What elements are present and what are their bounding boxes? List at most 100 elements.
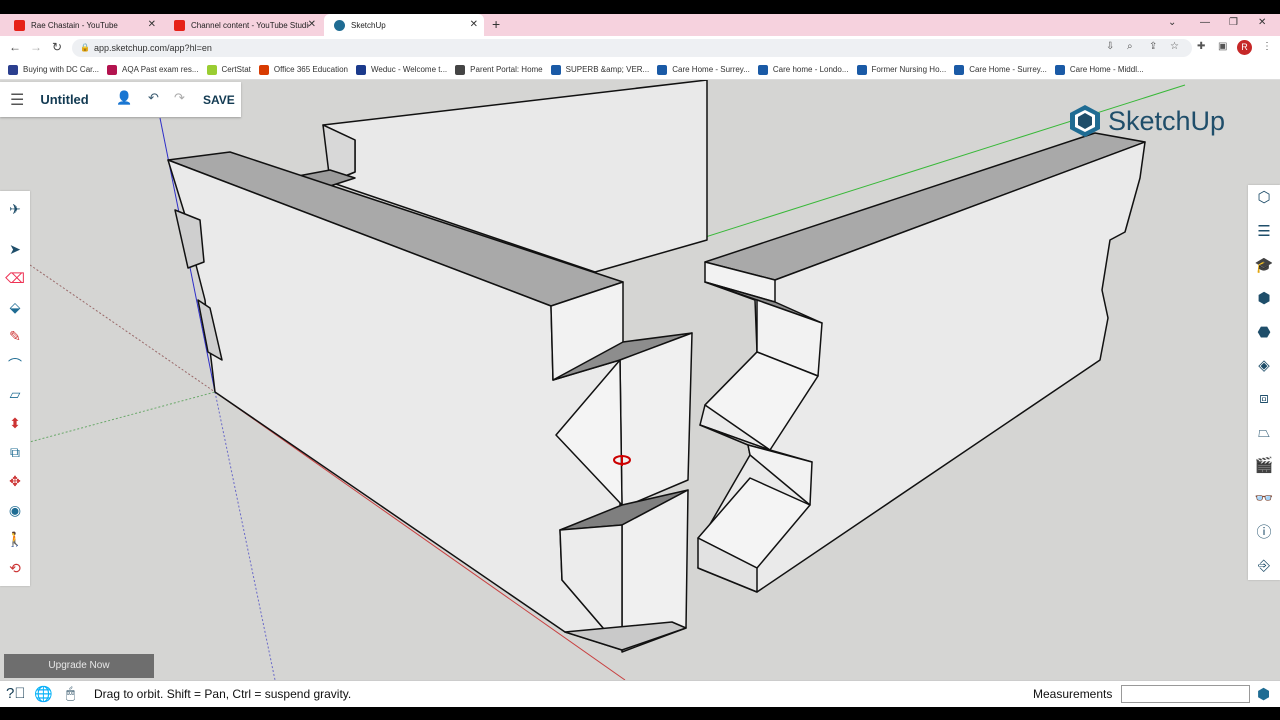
shadows-icon[interactable]: 🎬 xyxy=(1253,455,1275,477)
status-bar: ?⃝ 🌐 🖱 Drag to orbit. Shift = Pan, Ctrl … xyxy=(0,680,1280,707)
tab-sketchup[interactable]: SketchUp ✕ xyxy=(324,14,484,36)
share-user-icon[interactable]: 👤 xyxy=(116,90,132,106)
select-tool-icon[interactable]: ➤ xyxy=(5,239,25,259)
youtube-icon xyxy=(14,19,25,31)
bookmark-favicon-icon xyxy=(657,64,668,75)
styles-icon[interactable]: ◈ xyxy=(1253,355,1275,377)
model-scene[interactable] xyxy=(0,80,1280,680)
forward-icon[interactable]: → xyxy=(30,40,42,54)
3d-warehouse-icon[interactable]: ⎆ xyxy=(1253,555,1275,577)
undo-icon[interactable]: ↶ xyxy=(148,90,159,106)
entity-info-icon[interactable]: ⬡ xyxy=(1253,187,1275,209)
side-panel-icon[interactable]: ▣ xyxy=(1218,41,1227,52)
search-tools-icon[interactable]: ✈ xyxy=(5,199,25,219)
browser-menu-icon[interactable]: ⋮ xyxy=(1262,41,1272,52)
push-pull-icon[interactable]: ⬍ xyxy=(5,413,25,433)
paint-bucket-icon[interactable]: ⬙ xyxy=(5,297,25,317)
left-toolbar: ✈ ➤ ⌫ ⬙ ✎ ⌒ ▱ ⬍ ⧉ ✥ ◉ 🚶 ⟲ xyxy=(0,191,30,586)
3d-viewport[interactable] xyxy=(0,80,1280,680)
bookmark-label: Care Home - Surrey... xyxy=(672,65,750,74)
bookmark-favicon-icon xyxy=(206,64,217,75)
restore-icon[interactable]: ❐ xyxy=(1229,17,1238,28)
install-app-icon[interactable]: ⇩ xyxy=(1106,41,1114,52)
bookmark-item[interactable]: Buying with DC Car... xyxy=(8,64,99,75)
mouse-icon[interactable]: 🖱 xyxy=(66,685,75,702)
tab-channel-content[interactable]: Channel content - YouTube Studio ✕ xyxy=(164,14,322,36)
measurements-label: Measurements xyxy=(1033,687,1113,701)
bookmark-item[interactable]: Care Home - Surrey... xyxy=(954,64,1047,75)
browser-tab-bar: Rae Chastain - YouTube ✕ Channel content… xyxy=(0,14,1280,36)
right-toolbar: ⬡ ☰ 🎓 ⬢ ⬣ ◈ ⧈ ⏢ 🎬 👓 ⓘ ⎆ xyxy=(1248,185,1280,580)
help-icon[interactable]: ?⃝ xyxy=(6,685,26,702)
globe-icon[interactable]: 🌐 xyxy=(34,685,53,703)
bookmark-label: Care Home - Surrey... xyxy=(969,65,1047,74)
bookmark-item[interactable]: Care home - Londo... xyxy=(757,64,849,75)
bookmark-item[interactable]: AQA Past exam res... xyxy=(107,64,199,75)
url-input[interactable]: 🔒 app.sketchup.com/app?hl=en xyxy=(72,39,1192,57)
info-icon[interactable]: ⓘ xyxy=(1253,522,1275,544)
offset-tool-icon[interactable]: ⧉ xyxy=(5,442,25,462)
reload-icon[interactable]: ↻ xyxy=(52,40,62,54)
bookmark-favicon-icon xyxy=(8,64,18,75)
app-top-bar: ☰ Untitled 👤 ↶ ↷ SAVE xyxy=(0,82,241,117)
bookmark-favicon-icon xyxy=(757,64,768,75)
bookmark-favicon-icon xyxy=(954,64,965,75)
scenes-icon[interactable]: ⏢ xyxy=(1253,422,1275,444)
orbit-tool-icon[interactable]: ⟲ xyxy=(5,558,25,578)
measurements-input[interactable] xyxy=(1121,685,1250,703)
save-button[interactable]: SAVE xyxy=(203,93,235,107)
bookmark-item[interactable]: Care Home - Surrey... xyxy=(657,64,750,75)
rectangle-tool-icon[interactable]: ▱ xyxy=(5,384,25,404)
back-icon[interactable]: ← xyxy=(9,40,21,54)
materials-icon[interactable]: ⬣ xyxy=(1253,322,1275,344)
bookmark-favicon-icon xyxy=(550,64,561,75)
sketchup-icon xyxy=(334,19,345,31)
share-icon[interactable]: ⇪ xyxy=(1149,41,1157,52)
tape-measure-icon[interactable]: ◉ xyxy=(5,500,25,520)
bookmark-item[interactable]: Weduc - Welcome t... xyxy=(355,64,447,75)
arc-tool-icon[interactable]: ⌒ xyxy=(5,355,25,375)
instructor-icon[interactable]: 🎓 xyxy=(1253,255,1275,277)
bookmark-favicon-icon xyxy=(1054,64,1065,75)
display-icon[interactable]: 👓 xyxy=(1253,488,1275,510)
close-window-icon[interactable]: ✕ xyxy=(1258,17,1266,28)
close-tab-icon[interactable]: ✕ xyxy=(148,19,156,30)
green-axis-dashed xyxy=(0,391,216,451)
outliner-icon[interactable]: ☰ xyxy=(1253,221,1275,243)
bookmark-favicon-icon xyxy=(856,64,867,75)
tab-search-icon[interactable]: ⌄ xyxy=(1168,17,1176,28)
pencil-tool-icon[interactable]: ✎ xyxy=(5,326,25,346)
zoom-icon[interactable]: ⌕ xyxy=(1127,41,1133,52)
close-tab-icon[interactable]: ✕ xyxy=(308,19,316,30)
redo-icon[interactable]: ↷ xyxy=(174,90,185,106)
upgrade-now-button[interactable]: Upgrade Now xyxy=(4,654,154,678)
status-hint: Drag to orbit. Shift = Pan, Ctrl = suspe… xyxy=(94,687,352,701)
sketchup-logo: SketchUp xyxy=(1068,104,1225,138)
sketchup-browser-window: Rae Chastain - YouTube ✕ Channel content… xyxy=(0,0,1280,720)
minimize-icon[interactable]: — xyxy=(1200,17,1210,28)
lock-icon: 🔒 xyxy=(80,43,90,52)
blue-axis-dashed xyxy=(214,391,276,680)
profile-avatar[interactable]: R xyxy=(1237,40,1252,55)
eraser-tool-icon[interactable]: ⌫ xyxy=(5,268,25,288)
bookmark-star-icon[interactable]: ☆ xyxy=(1170,41,1179,52)
tab-rae-chastain[interactable]: Rae Chastain - YouTube ✕ xyxy=(4,14,162,36)
tags-icon[interactable]: ⧈ xyxy=(1253,388,1275,410)
bookmark-item[interactable]: CertStat xyxy=(206,64,251,75)
bookmark-item[interactable]: Former Nursing Ho... xyxy=(856,64,946,75)
address-bar-row: ← → ↻ 🔒 app.sketchup.com/app?hl=en ⇩ ⌕ ⇪… xyxy=(0,36,1280,60)
menu-icon[interactable]: ☰ xyxy=(10,90,24,110)
bookmark-item[interactable]: SUPERB &amp; VER... xyxy=(550,64,649,75)
close-tab-icon[interactable]: ✕ xyxy=(470,19,478,30)
right-board[interactable] xyxy=(697,132,1146,593)
bookmark-item[interactable]: Parent Portal: Home xyxy=(455,64,543,75)
components-icon[interactable]: ⬢ xyxy=(1253,288,1275,310)
move-tool-icon[interactable]: ✥ xyxy=(5,471,25,491)
bookmark-label: Care Home - Middl... xyxy=(1069,65,1144,74)
model-title[interactable]: Untitled xyxy=(40,92,88,107)
walk-tool-icon[interactable]: 🚶 xyxy=(5,529,25,549)
new-tab-button[interactable]: + xyxy=(492,16,500,32)
extensions-icon[interactable]: ✚ xyxy=(1197,41,1205,52)
bookmark-item[interactable]: Care Home - Middl... xyxy=(1054,64,1144,75)
bookmark-item[interactable]: Office 365 Education xyxy=(258,64,348,75)
